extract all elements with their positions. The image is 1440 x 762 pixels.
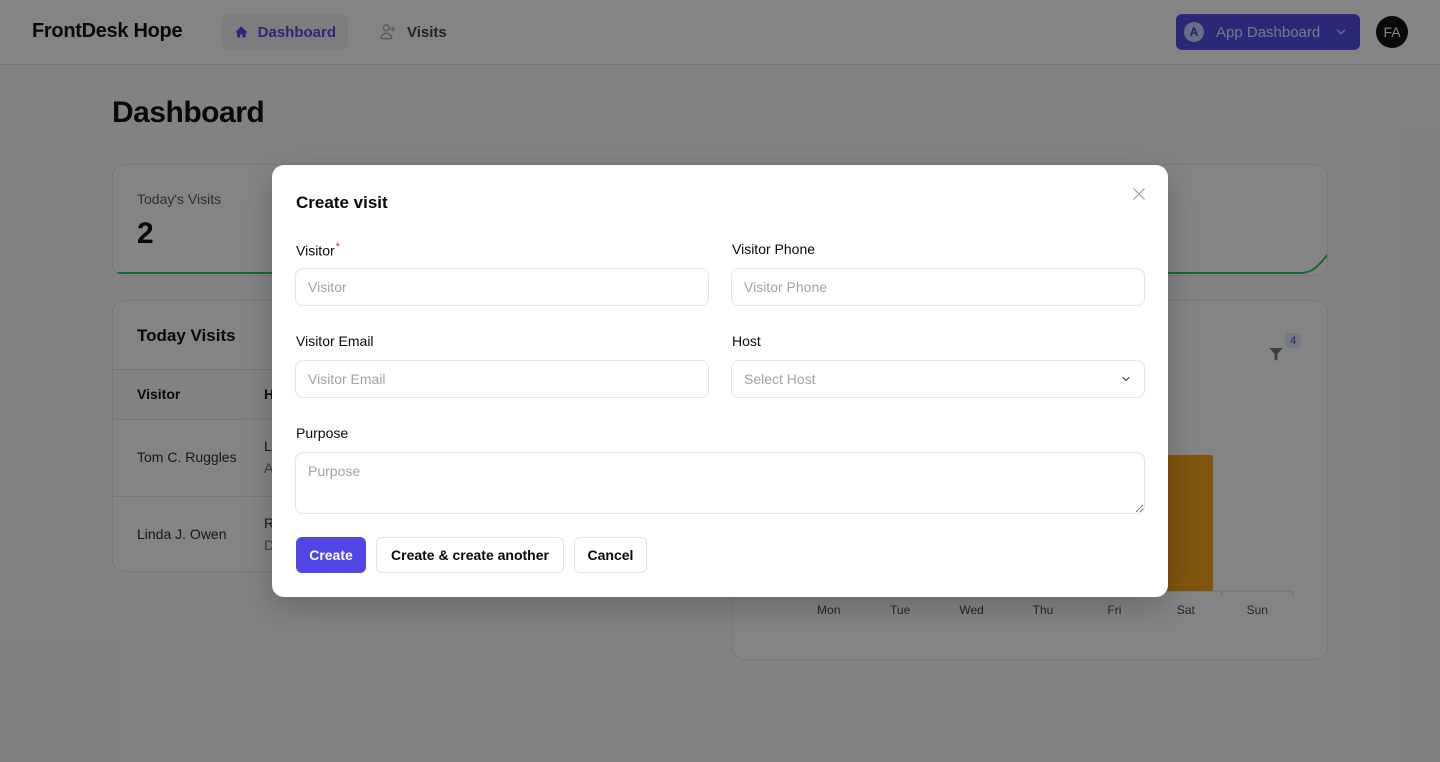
required-marker: * (335, 241, 340, 253)
purpose-label: Purpose (296, 425, 349, 441)
create-and-create-another-button[interactable]: Create & create another (376, 537, 564, 573)
host-select-placeholder: Select Host (744, 371, 816, 387)
visitor-label-text: Visitor (296, 242, 335, 259)
create-visit-modal: Create visit Visitor* Visitor Phone Visi… (272, 165, 1168, 597)
host-select[interactable]: Select Host (731, 360, 1145, 398)
visitor-label: Visitor* (296, 241, 340, 259)
chevron-down-icon (1122, 376, 1130, 382)
create-button[interactable]: Create (296, 537, 366, 573)
visitor-email-input[interactable] (295, 360, 709, 398)
close-icon (1133, 188, 1145, 200)
visitor-input[interactable] (295, 268, 709, 306)
visitor-phone-input[interactable] (731, 268, 1145, 306)
host-label: Host (732, 333, 761, 349)
visitor-email-label: Visitor Email (296, 333, 374, 349)
close-modal-button[interactable] (1128, 183, 1150, 205)
visitor-phone-label: Visitor Phone (732, 241, 816, 257)
cancel-button[interactable]: Cancel (574, 537, 647, 573)
purpose-textarea[interactable] (295, 452, 1145, 514)
modal-title: Create visit (296, 193, 388, 212)
